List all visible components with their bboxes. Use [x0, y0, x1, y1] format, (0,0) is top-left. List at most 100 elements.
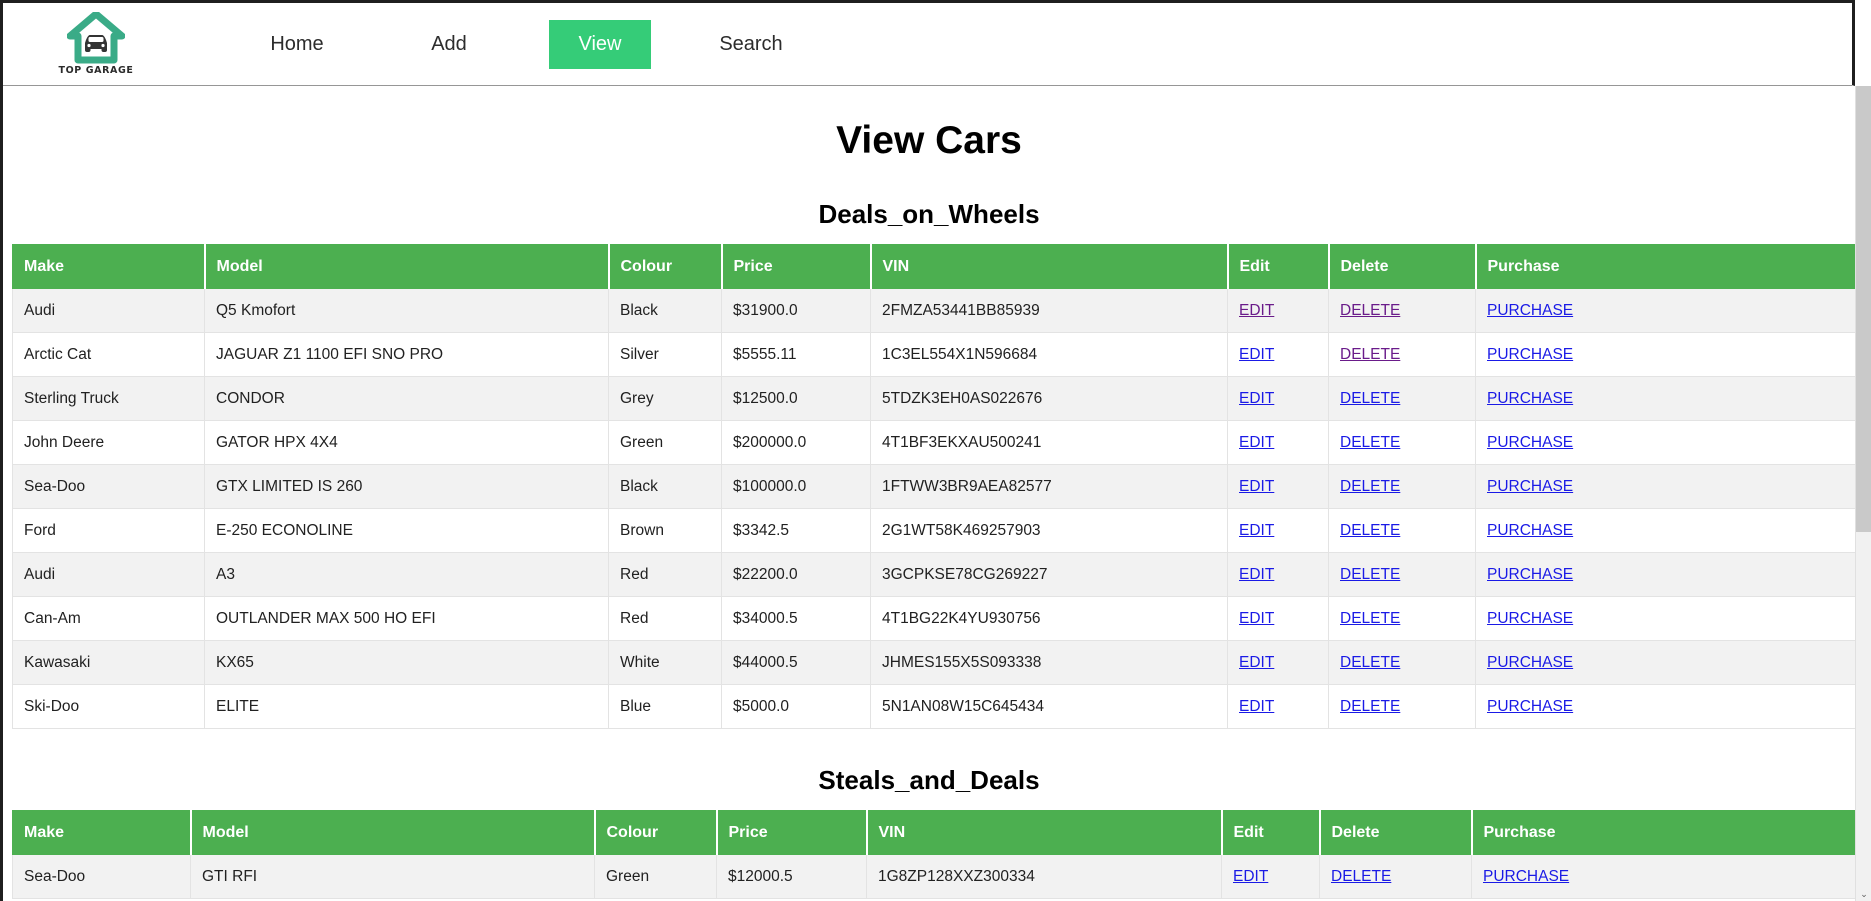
purchase-link[interactable]: PURCHASE [1487, 566, 1573, 583]
column-header-edit: Edit [1227, 244, 1330, 289]
delete-link[interactable]: DELETE [1340, 478, 1400, 495]
edit-link[interactable]: EDIT [1239, 302, 1274, 319]
table-header-row: Make Model Colour Price VIN Edit Delete … [12, 244, 1857, 289]
table-row: Audi Q5 Kmofort Black $31900.0 2FMZA53441BB8… [12, 288, 1857, 333]
cell-vin: 2FMZA53441BB85939 [870, 288, 1228, 333]
cell-vin: 5TDZK3EH0AS022676 [870, 376, 1228, 421]
purchase-cell: PURCHASE [1471, 854, 1857, 899]
delete-link[interactable]: DELETE [1340, 302, 1400, 319]
edit-cell: EDIT [1227, 288, 1329, 333]
cell-make: Arctic Cat [12, 332, 205, 377]
column-header-make: Make [12, 244, 206, 289]
delete-link[interactable]: DELETE [1340, 654, 1400, 671]
cell-vin: 1C3EL554X1N596684 [870, 332, 1228, 377]
edit-link[interactable]: EDIT [1239, 654, 1274, 671]
browser-viewport: TOP GARAGE Home Add View Search View Car… [0, 0, 1871, 901]
table-row: John Deere GATOR HPX 4X4 Green $200000.0 4T1… [12, 420, 1857, 465]
cell-colour: Green [608, 420, 722, 465]
edit-link[interactable]: EDIT [1239, 610, 1274, 627]
cell-vin: 2G1WT58K469257903 [870, 508, 1228, 553]
cell-make: Audi [12, 288, 205, 333]
table-row: Sterling Truck CONDOR Grey $12500.0 5TDZK3EH… [12, 376, 1857, 421]
cell-price: $12000.5 [716, 854, 867, 899]
delete-cell: DELETE [1328, 376, 1476, 421]
delete-cell: DELETE [1328, 420, 1476, 465]
delete-link[interactable]: DELETE [1340, 522, 1400, 539]
cell-vin: 4T1BG22K4YU930756 [870, 596, 1228, 641]
edit-link[interactable]: EDIT [1239, 390, 1274, 407]
purchase-link[interactable]: PURCHASE [1487, 698, 1573, 715]
edit-cell: EDIT [1227, 640, 1329, 685]
column-header-price: Price [716, 810, 868, 855]
purchase-link[interactable]: PURCHASE [1487, 610, 1573, 627]
nav-item-search[interactable]: Search [675, 21, 827, 68]
edit-link[interactable]: EDIT [1239, 478, 1274, 495]
delete-cell: DELETE [1328, 596, 1476, 641]
cell-price: $12500.0 [721, 376, 871, 421]
edit-link[interactable]: EDIT [1239, 566, 1274, 583]
table-body: Audi Q5 Kmofort Black $31900.0 2FMZA53441BB8… [12, 288, 1857, 729]
window-left-border [0, 0, 3, 901]
cell-make: John Deere [12, 420, 205, 465]
cell-colour: Red [608, 552, 722, 597]
delete-link[interactable]: DELETE [1340, 434, 1400, 451]
cell-colour: Black [608, 464, 722, 509]
cell-model: JAGUAR Z1 1100 EFI SNO PRO [204, 332, 609, 377]
delete-link[interactable]: DELETE [1340, 390, 1400, 407]
edit-link[interactable]: EDIT [1239, 434, 1274, 451]
column-header-delete: Delete [1319, 810, 1473, 855]
purchase-link[interactable]: PURCHASE [1487, 434, 1573, 451]
delete-link[interactable]: DELETE [1340, 346, 1400, 363]
scrollbar-thumb[interactable] [1856, 86, 1871, 532]
nav-item-add[interactable]: Add [373, 21, 525, 68]
cell-make: Sterling Truck [12, 376, 205, 421]
cell-vin: 5N1AN08W15C645434 [870, 684, 1228, 729]
vertical-scrollbar[interactable]: ⌄ [1855, 86, 1871, 901]
edit-link[interactable]: EDIT [1239, 522, 1274, 539]
cell-colour: Silver [608, 332, 722, 377]
delete-link[interactable]: DELETE [1340, 566, 1400, 583]
delete-cell: DELETE [1328, 640, 1476, 685]
column-header-purchase: Purchase [1471, 810, 1857, 855]
edit-cell: EDIT [1227, 508, 1329, 553]
cell-model: KX65 [204, 640, 609, 685]
cell-model: A3 [204, 552, 609, 597]
delete-link[interactable]: DELETE [1331, 868, 1391, 885]
edit-link[interactable]: EDIT [1233, 868, 1268, 885]
purchase-link[interactable]: PURCHASE [1487, 478, 1573, 495]
delete-cell: DELETE [1319, 854, 1472, 899]
cell-vin: 4T1BF3EKXAU500241 [870, 420, 1228, 465]
delete-cell: DELETE [1328, 552, 1476, 597]
purchase-link[interactable]: PURCHASE [1487, 390, 1573, 407]
nav-item-view[interactable]: View [549, 19, 651, 69]
table-title-deals-on-wheels: Deals_on_Wheels [818, 199, 1040, 229]
scroll-down-arrow-icon[interactable]: ⌄ [1856, 889, 1871, 899]
purchase-cell: PURCHASE [1475, 596, 1857, 641]
purchase-link[interactable]: PURCHASE [1483, 868, 1569, 885]
edit-link[interactable]: EDIT [1239, 698, 1274, 715]
cell-colour: Brown [608, 508, 722, 553]
delete-link[interactable]: DELETE [1340, 698, 1400, 715]
cell-price: $5000.0 [721, 684, 871, 729]
delete-link[interactable]: DELETE [1340, 610, 1400, 627]
delete-cell: DELETE [1328, 508, 1476, 553]
cell-vin: 1FTWW3BR9AEA82577 [870, 464, 1228, 509]
cell-model: CONDOR [204, 376, 609, 421]
top-garage-logo[interactable]: TOP GARAGE [57, 12, 135, 76]
edit-link[interactable]: EDIT [1239, 346, 1274, 363]
cell-price: $100000.0 [721, 464, 871, 509]
cell-model: E-250 ECONOLINE [204, 508, 609, 553]
page-content: View Cars Deals_on_Wheels Make Model Col… [0, 86, 1857, 899]
table-row: Audi A3 Red $22200.0 3GCPKSE78CG269227 EDIT DE… [12, 552, 1857, 597]
column-header-delete: Delete [1328, 244, 1477, 289]
cell-price: $200000.0 [721, 420, 871, 465]
purchase-link[interactable]: PURCHASE [1487, 522, 1573, 539]
column-header-make: Make [12, 810, 192, 855]
purchase-link[interactable]: PURCHASE [1487, 302, 1573, 319]
cell-make: Ski-Doo [12, 684, 205, 729]
purchase-link[interactable]: PURCHASE [1487, 654, 1573, 671]
purchase-link[interactable]: PURCHASE [1487, 346, 1573, 363]
cell-make: Kawasaki [12, 640, 205, 685]
cell-make: Audi [12, 552, 205, 597]
nav-item-home[interactable]: Home [221, 21, 373, 68]
